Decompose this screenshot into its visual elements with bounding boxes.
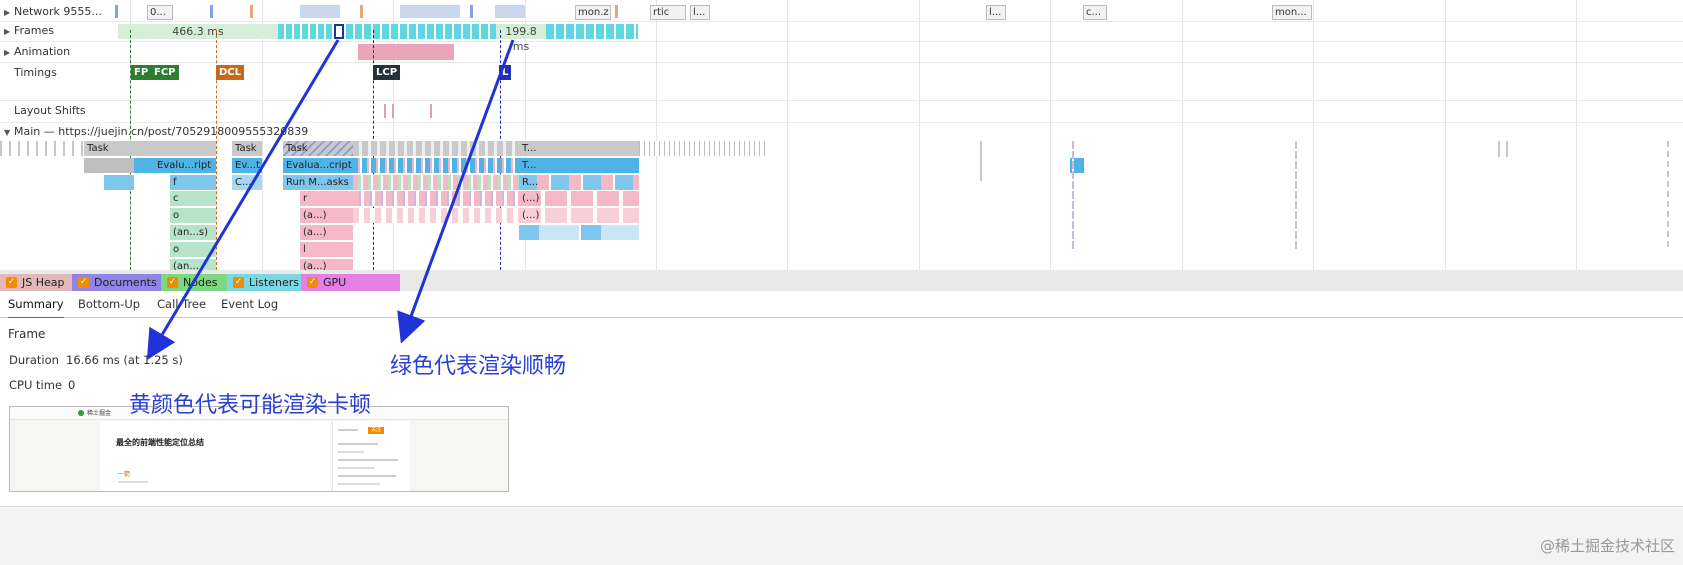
track-main[interactable]: ▼ Main — https://juejin.cn/post/705291800… [4, 125, 308, 138]
track-frames[interactable]: ▶ Frames [4, 24, 54, 37]
track-timings-label: Timings [14, 66, 57, 79]
track-timings: Timings [4, 66, 57, 79]
green-annotation-arrow [397, 39, 515, 344]
track-layout-shifts-label: Layout Shifts [14, 104, 86, 117]
track-layout-shifts: Layout Shifts [4, 104, 86, 117]
track-main-label: Main — https://juejin.cn/post/7052918009… [14, 125, 309, 138]
track-animation-label: Animation [14, 45, 71, 58]
track-frames-label: Frames [14, 24, 55, 37]
track-network[interactable]: ▶ Network 9555... [4, 5, 102, 18]
track-network-label: Network 9555... [14, 5, 102, 18]
track-animation[interactable]: ▶ Animation [4, 45, 70, 58]
watermark: @稀土掘金技术社区 [1539, 537, 1675, 555]
yellow-annotation-arrow [146, 39, 340, 361]
annotation-green: 绿色代表渲染顺畅 [390, 354, 567, 379]
annotation-arrows [146, 39, 515, 361]
annotation-yellow: 黄颜色代表可能渲染卡顿 [129, 393, 372, 418]
